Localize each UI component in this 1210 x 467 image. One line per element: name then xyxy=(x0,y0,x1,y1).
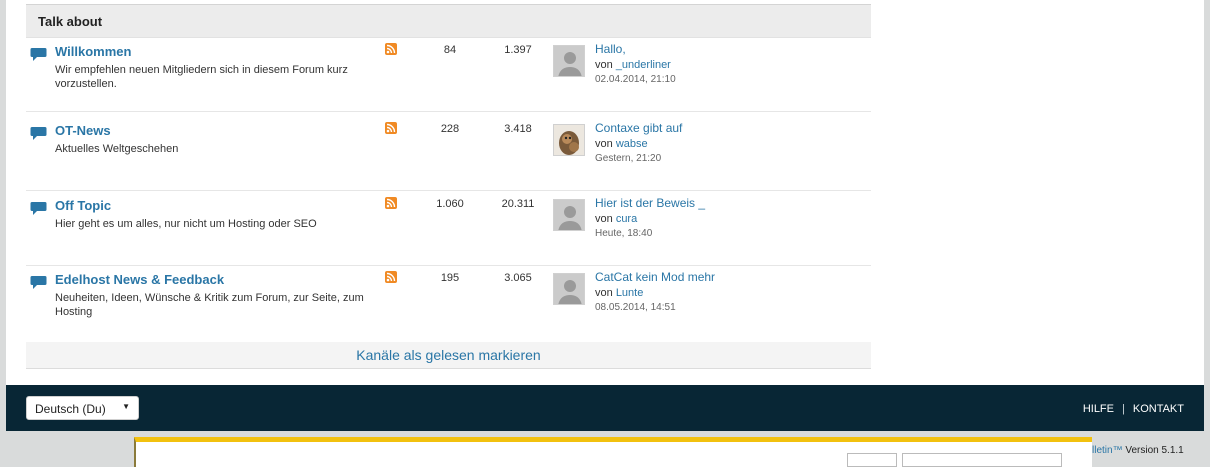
user-avatar-icon[interactable] xyxy=(553,45,585,77)
post-count: 3.065 xyxy=(504,272,532,284)
user-avatar-icon[interactable] xyxy=(553,273,585,305)
section-header: Talk about xyxy=(26,4,871,38)
language-value: Deutsch (Du) xyxy=(35,402,106,416)
last-post-title-link[interactable]: CatCat kein Mod mehr xyxy=(595,270,715,284)
user-avatar-icon[interactable] xyxy=(553,124,585,156)
last-post-title-link[interactable]: Hallo, xyxy=(595,42,626,56)
by-prefix: von xyxy=(595,59,613,71)
footer-separator: | xyxy=(1122,403,1125,415)
post-count: 20.311 xyxy=(501,198,535,210)
contact-link[interactable]: KONTAKT xyxy=(1133,403,1184,415)
bottom-panel-field[interactable] xyxy=(847,453,897,467)
last-post-date: Gestern, 21:20 xyxy=(595,153,662,164)
forum-title-link[interactable]: Willkommen xyxy=(55,44,131,59)
rss-icon[interactable] xyxy=(385,43,397,55)
forum-row: OT-News Aktuelles Weltgeschehen 228 3.41… xyxy=(26,116,871,191)
bottom-panel-field[interactable] xyxy=(902,453,1062,467)
forum-title-link[interactable]: OT-News xyxy=(55,123,111,138)
topic-count: 84 xyxy=(443,44,457,56)
by-prefix: von xyxy=(595,138,613,150)
last-post-author: von cura xyxy=(595,213,637,225)
caret-down-icon: ▼ xyxy=(122,402,130,411)
bottom-panel xyxy=(134,437,1092,467)
post-count: 3.418 xyxy=(504,123,532,135)
topic-count: 195 xyxy=(440,272,460,284)
topic-count: 228 xyxy=(440,123,460,135)
forum-title-link[interactable]: Edelhost News & Feedback xyxy=(55,272,224,287)
forum-row: Off Topic Hier geht es um alles, nur nic… xyxy=(26,191,871,266)
last-post-user-link[interactable]: _underliner xyxy=(616,59,671,71)
forum-description: Aktuelles Weltgeschehen xyxy=(55,143,179,155)
forum-description: Hier geht es um alles, nur nicht um Host… xyxy=(55,218,317,230)
version-text: Version 5.1.1 xyxy=(1122,445,1184,456)
help-link[interactable]: HILFE xyxy=(1083,403,1114,415)
forum-row: Edelhost News & Feedback Neuheiten, Idee… xyxy=(26,265,871,339)
version-info: lletin™ Version 5.1.1 xyxy=(1092,445,1184,456)
by-prefix: von xyxy=(595,287,613,299)
last-post-user-link[interactable]: Lunte xyxy=(616,287,644,299)
section-title: Talk about xyxy=(38,14,103,29)
last-post-user-link[interactable]: cura xyxy=(616,213,637,225)
last-post-user-link[interactable]: wabse xyxy=(616,138,648,150)
forum-row: Willkommen Wir empfehlen neuen Mitgliede… xyxy=(26,37,871,112)
by-prefix: von xyxy=(595,213,613,225)
rss-icon[interactable] xyxy=(385,122,397,134)
forum-title-link[interactable]: Off Topic xyxy=(55,198,111,213)
mark-read-bar: Kanäle als gelesen markieren xyxy=(26,342,871,369)
topic-count: 1.060 xyxy=(436,198,464,210)
user-avatar-icon[interactable] xyxy=(553,199,585,231)
last-post-author: von _underliner xyxy=(595,59,671,71)
post-count: 1.397 xyxy=(504,44,532,56)
last-post-title-link[interactable]: Hier ist der Beweis _ xyxy=(595,196,705,210)
forum-page: Talk about Willkommen Wir empfehlen neue… xyxy=(6,0,1204,385)
footer: Deutsch (Du) ▼ HILFE | KONTAKT xyxy=(6,385,1204,431)
last-post-date: Heute, 18:40 xyxy=(595,228,653,239)
speech-bubble-icon xyxy=(30,47,47,62)
forum-description: Wir empfehlen neuen Mitgliedern sich in … xyxy=(55,64,348,90)
rss-icon[interactable] xyxy=(385,197,397,209)
last-post-title-link[interactable]: Contaxe gibt auf xyxy=(595,121,682,135)
speech-bubble-icon xyxy=(30,126,47,141)
language-select[interactable]: Deutsch (Du) ▼ xyxy=(26,396,139,420)
speech-bubble-icon xyxy=(30,201,47,216)
speech-bubble-icon xyxy=(30,275,47,290)
last-post-author: von Lunte xyxy=(595,287,643,299)
last-post-date: 08.05.2014, 14:51 xyxy=(595,302,676,313)
last-post-date: 02.04.2014, 21:10 xyxy=(595,74,676,85)
rss-icon[interactable] xyxy=(385,271,397,283)
footer-links: HILFE | KONTAKT xyxy=(1083,403,1184,415)
last-post-author: von wabse xyxy=(595,138,648,150)
vbulletin-link[interactable]: lletin™ xyxy=(1092,445,1123,456)
forum-description: Neuheiten, Ideen, Wünsche & Kritik zum F… xyxy=(55,292,364,318)
mark-channels-read-link[interactable]: Kanäle als gelesen markieren xyxy=(356,347,540,363)
